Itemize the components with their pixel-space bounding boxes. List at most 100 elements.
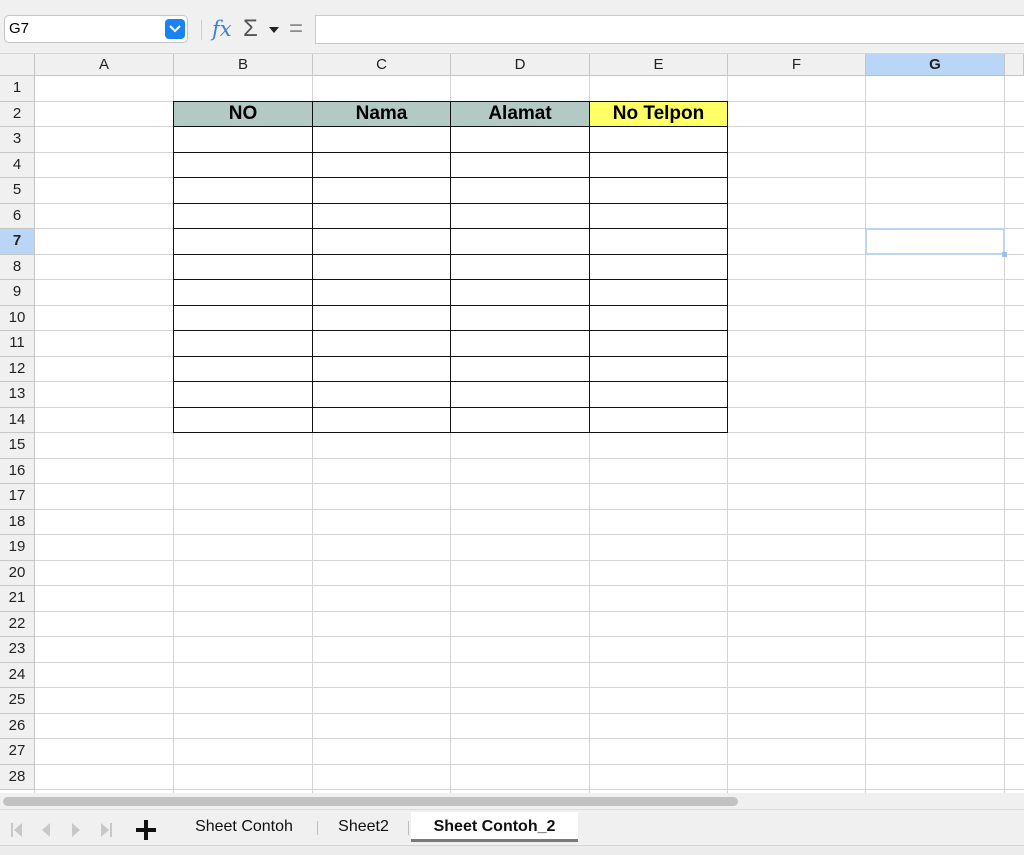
table-cell[interactable] [589,381,728,408]
table-cell[interactable] [589,406,728,433]
table-cell[interactable] [173,228,313,255]
row-header-20[interactable]: 20 [0,560,35,586]
formula-icon[interactable]: = [289,15,303,43]
table-cell[interactable] [589,228,728,255]
row-header-9[interactable]: 9 [0,280,35,306]
table-cell[interactable] [450,151,590,178]
table-cell[interactable] [450,202,590,229]
table-cell[interactable] [589,304,728,331]
row-header-13[interactable]: 13 [0,382,35,408]
table-cell[interactable] [589,126,728,153]
row-header-22[interactable]: 22 [0,611,35,637]
sum-dropdown-icon[interactable] [269,27,279,33]
row-header-14[interactable]: 14 [0,407,35,433]
table-cell[interactable] [312,126,451,153]
table-cell[interactable] [173,279,313,306]
name-box[interactable]: G7 [4,15,188,43]
column-header-g[interactable]: G [866,54,1005,76]
table-cell[interactable] [450,330,590,357]
table-cell[interactable] [312,151,451,178]
row-header-11[interactable]: 11 [0,331,35,357]
table-cell[interactable] [312,330,451,357]
row-header-3[interactable]: 3 [0,127,35,153]
row-header-12[interactable]: 12 [0,356,35,382]
table-cell[interactable] [312,381,451,408]
chevron-down-icon[interactable] [165,19,185,39]
table-cell[interactable] [312,304,451,331]
row-header-17[interactable]: 17 [0,484,35,510]
function-wizard-icon[interactable]: fx [212,15,232,43]
table-cell[interactable] [312,355,451,382]
table-cell[interactable] [173,177,313,204]
table-cell[interactable] [312,279,451,306]
table-cell[interactable] [450,253,590,280]
formula-input[interactable] [315,15,1024,44]
table-cell[interactable] [450,279,590,306]
table-cell[interactable] [173,202,313,229]
active-cell-cursor[interactable] [865,228,1005,255]
select-all-corner[interactable] [0,54,35,76]
table-cell[interactable] [589,355,728,382]
table-cell[interactable] [450,228,590,255]
column-header-e[interactable]: E [590,54,728,76]
table-cell[interactable] [589,253,728,280]
row-header-1[interactable]: 1 [0,76,35,102]
plus-icon[interactable] [135,815,157,846]
sum-icon[interactable]: Σ [243,15,258,43]
table-cell[interactable] [450,126,590,153]
table-cell[interactable] [173,304,313,331]
row-header-2[interactable]: 2 [0,101,35,127]
row-header-4[interactable]: 4 [0,152,35,178]
row-header-23[interactable]: 23 [0,637,35,663]
column-header-d[interactable]: D [451,54,590,76]
sheet-tab-sheet-contoh-2[interactable]: Sheet Contoh_2 [411,812,578,842]
row-header-27[interactable]: 27 [0,739,35,765]
last-sheet-icon[interactable] [99,822,113,842]
row-header-16[interactable]: 16 [0,458,35,484]
column-header-f[interactable]: F [728,54,866,76]
spreadsheet-grid[interactable]: A B C D E F G 1 2 3 4 5 6 7 8 9 10 11 12 13 14 15 16 17 18 19 20 21… [0,54,1024,793]
table-cell[interactable] [589,279,728,306]
row-header-24[interactable]: 24 [0,662,35,688]
row-header-7[interactable]: 7 [0,229,35,255]
table-header-cell[interactable]: Alamat [450,100,590,127]
sheet-tab-sheet-contoh[interactable]: Sheet Contoh [178,812,310,842]
column-header-partial[interactable] [1005,54,1024,76]
column-header-c[interactable]: C [313,54,451,76]
table-cell[interactable] [312,253,451,280]
table-cell[interactable] [450,381,590,408]
table-cell[interactable] [450,406,590,433]
table-cell[interactable] [173,381,313,408]
row-header-19[interactable]: 19 [0,535,35,561]
table-cell[interactable] [173,126,313,153]
row-header-5[interactable]: 5 [0,178,35,204]
table-cell[interactable] [589,202,728,229]
prev-sheet-icon[interactable] [40,822,52,842]
row-header-18[interactable]: 18 [0,509,35,535]
column-header-a[interactable]: A [35,54,174,76]
row-header-26[interactable]: 26 [0,713,35,739]
row-header-25[interactable]: 25 [0,688,35,714]
table-header-cell[interactable]: Nama [312,100,451,127]
next-sheet-icon[interactable] [70,822,82,842]
table-cell[interactable] [173,355,313,382]
row-header-8[interactable]: 8 [0,254,35,280]
row-header-15[interactable]: 15 [0,433,35,459]
column-header-b[interactable]: B [174,54,313,76]
table-cell[interactable] [450,355,590,382]
table-cell[interactable] [450,304,590,331]
sheet-tab-sheet2[interactable]: Sheet2 [325,812,402,842]
table-cell[interactable] [312,202,451,229]
table-cell[interactable] [589,151,728,178]
row-header-6[interactable]: 6 [0,203,35,229]
table-cell[interactable] [312,406,451,433]
row-header-28[interactable]: 28 [0,764,35,790]
table-header-cell[interactable]: No Telpon [589,100,728,127]
table-cell[interactable] [173,330,313,357]
table-cell[interactable] [450,177,590,204]
table-cell[interactable] [589,330,728,357]
row-header-10[interactable]: 10 [0,305,35,331]
horizontal-scrollbar-thumb[interactable] [3,797,738,806]
table-header-cell[interactable]: NO [173,100,313,127]
row-header-21[interactable]: 21 [0,586,35,612]
